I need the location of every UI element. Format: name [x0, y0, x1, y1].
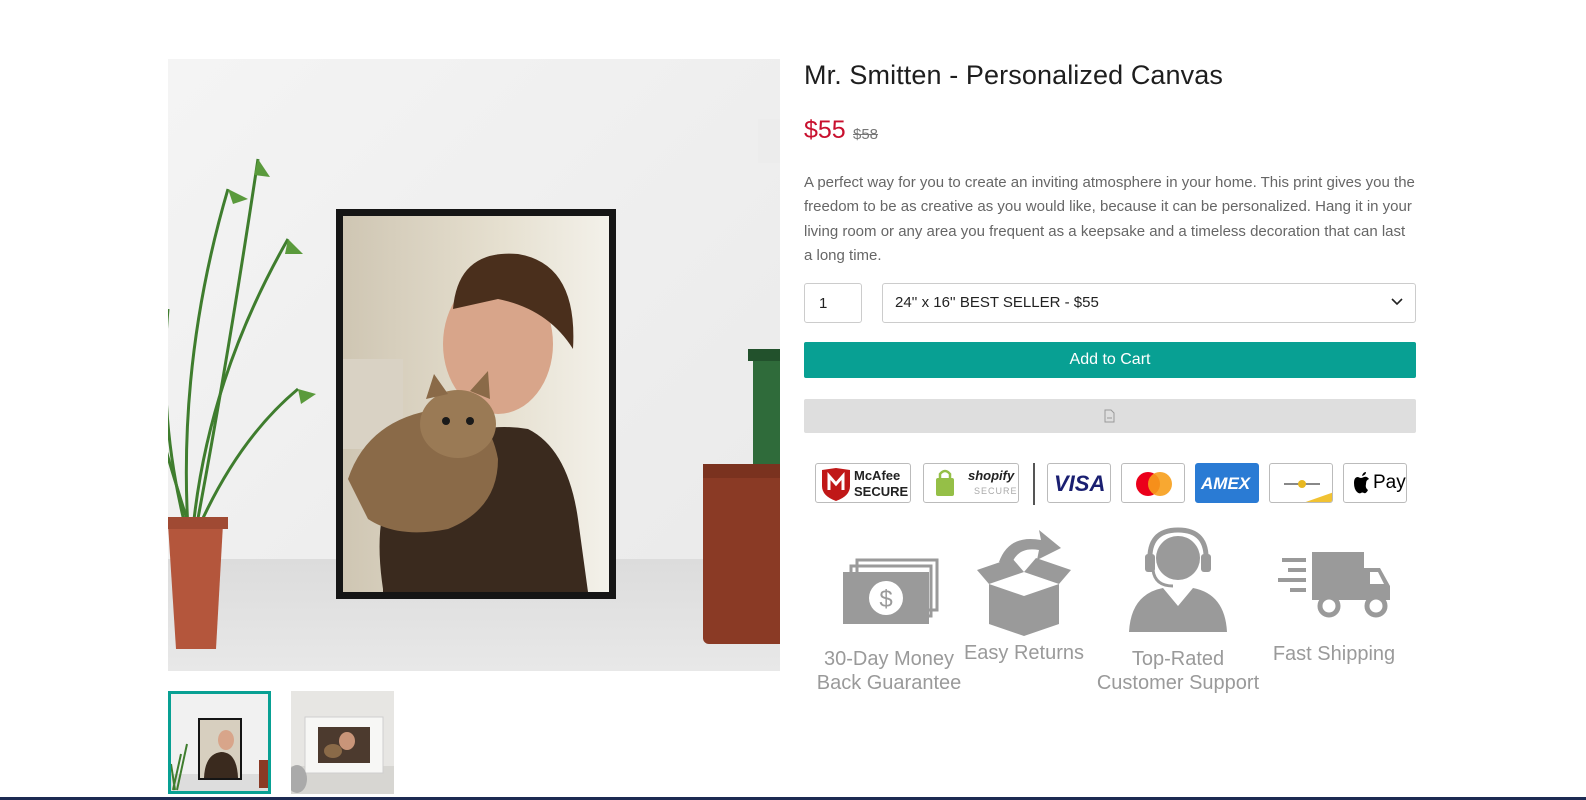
mastercard-icon	[1121, 463, 1185, 503]
amex-label: AMEX	[1201, 474, 1251, 493]
trust-money-back: $ 30-Day Money Back Guarantee	[804, 532, 974, 694]
trust-customer-support: Top-Rated Customer Support	[1088, 527, 1268, 694]
trust-fast-shipping: Fast Shipping	[1259, 532, 1409, 665]
quantity-input[interactable]	[804, 283, 862, 323]
shopify-label: shopify	[968, 468, 1015, 483]
apple-pay-label: Pay	[1373, 472, 1406, 493]
thumbnail-2[interactable]	[291, 691, 394, 794]
mcafee-secure-badge: McAfee SECURE	[815, 463, 911, 503]
trust-easy-returns: Easy Returns	[959, 530, 1089, 664]
generic-card-icon	[1269, 463, 1333, 503]
trust-money-back-label: 30-Day Money Back Guarantee	[816, 648, 962, 694]
money-icon: $	[843, 558, 939, 624]
trust-badges: $ 30-Day Money Back Guarantee Easy Retur…	[804, 527, 1416, 702]
variant-selected-label: 24'' x 16'' BEST SELLER - $55	[895, 294, 1099, 311]
truck-icon	[1278, 552, 1390, 618]
product-description: A perfect way for you to create an invit…	[804, 174, 1415, 265]
mcafee-label: McAfee	[854, 468, 901, 483]
support-agent-icon	[1129, 527, 1227, 632]
trust-easy-returns-label: Easy Returns	[963, 642, 1085, 664]
product-title: Mr. Smitten - Personalized Canvas	[804, 60, 1223, 90]
apple-pay-icon: Pay	[1343, 463, 1407, 503]
shopify-secure-badge: shopify SECURE	[923, 463, 1019, 503]
visa-label: VISA	[1054, 471, 1106, 496]
badge-separator	[1033, 463, 1035, 505]
compare-price: $58	[853, 126, 879, 143]
amex-icon: AMEX	[1195, 463, 1259, 503]
chevron-down-icon	[1391, 298, 1403, 306]
mcafee-secure-label: SECURE	[854, 484, 909, 499]
add-to-cart-button[interactable]: Add to Cart	[804, 342, 1416, 378]
main-product-image[interactable]	[168, 59, 780, 671]
variant-select[interactable]: 24'' x 16'' BEST SELLER - $55	[882, 283, 1416, 323]
shopify-secure-label: SECURE	[974, 486, 1018, 496]
visa-icon: VISA	[1047, 463, 1111, 503]
svg-text:$: $	[879, 586, 892, 613]
trust-customer-support-label: Top-Rated Customer Support	[1096, 648, 1260, 694]
return-box-icon	[977, 530, 1071, 636]
dynamic-checkout-button[interactable]	[804, 399, 1416, 433]
trust-fast-shipping-label: Fast Shipping	[1272, 643, 1396, 665]
document-icon	[1104, 409, 1115, 423]
sale-price: $55	[804, 116, 846, 144]
thumbnail-1[interactable]	[168, 691, 271, 794]
